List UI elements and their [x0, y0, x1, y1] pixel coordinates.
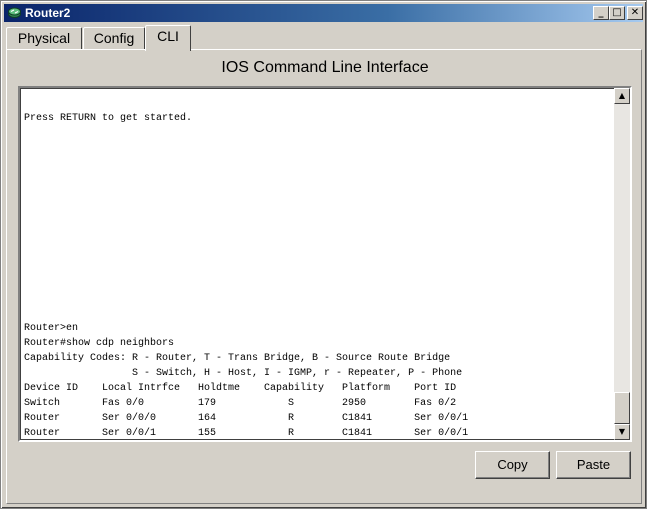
close-button[interactable]: ✕	[627, 6, 643, 20]
terminal-line: Device ID Local Intrfce Holdtme Capabili…	[24, 383, 457, 394]
tab-config[interactable]: Config	[83, 27, 145, 49]
terminal-output[interactable]: Press RETURN to get started. Router>en Rou…	[18, 86, 632, 442]
copy-button[interactable]: Copy	[475, 451, 550, 479]
scroll-thumb[interactable]	[614, 392, 630, 424]
tab-cli[interactable]: CLI	[145, 25, 191, 51]
cli-panel: IOS Command Line Interface Press RETURN …	[6, 49, 642, 504]
terminal-line: Press RETURN to get started.	[24, 113, 193, 124]
terminal-line: Router Ser 0/0/0 164 R C1841 Ser 0/0/1	[24, 413, 469, 424]
terminal-line: Router#show cdp neighbors	[24, 338, 175, 349]
tab-physical[interactable]: Physical	[6, 27, 82, 49]
panel-title: IOS Command Line Interface	[221, 59, 429, 76]
terminal-line: Router>en	[24, 323, 79, 334]
vertical-scrollbar[interactable]: ▲ ▼	[614, 88, 630, 440]
title-bar[interactable]: Router2 _ □ ✕	[4, 4, 643, 22]
terminal-line: Switch Fas 0/0 179 S 2950 Fas 0/2	[24, 398, 457, 409]
maximize-button[interactable]: □	[609, 6, 625, 20]
router-app-icon	[8, 7, 21, 18]
window-title: Router2	[25, 6, 71, 20]
terminal-text[interactable]: Press RETURN to get started. Router>en Rou…	[24, 96, 608, 436]
terminal-line: Router Ser 0/0/1 155 R C1841 Ser 0/0/1	[24, 428, 469, 436]
scroll-down-icon[interactable]: ▼	[614, 424, 630, 440]
terminal-line: Capability Codes: R - Router, T - Trans …	[24, 353, 451, 364]
scroll-up-icon[interactable]: ▲	[614, 88, 630, 104]
minimize-button[interactable]: _	[593, 6, 609, 20]
router-window: Router2 _ □ ✕ Physical Config CLI IOS Co…	[0, 0, 647, 509]
terminal-line: S - Switch, H - Host, I - IGMP, r - Repe…	[24, 368, 463, 379]
paste-button[interactable]: Paste	[556, 451, 631, 479]
